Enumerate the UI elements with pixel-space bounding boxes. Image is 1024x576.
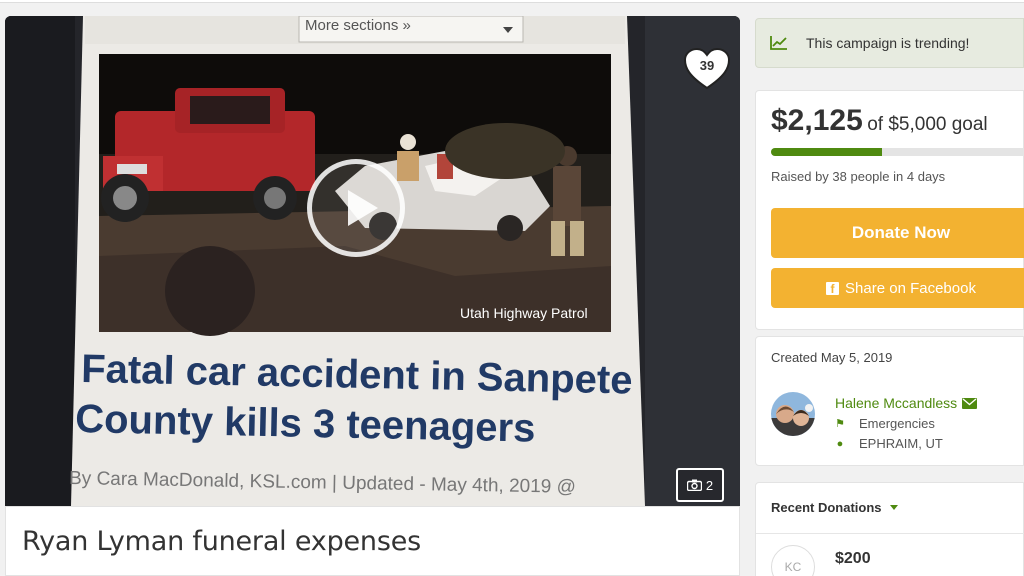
location-label: EPHRAIM, UT <box>859 436 943 451</box>
photo-count-label: 2 <box>705 477 714 493</box>
campaign-title-bar: Ryan Lyman funeral expenses <box>5 506 740 576</box>
trending-text: This campaign is trending! <box>806 35 970 51</box>
campaign-title: Ryan Lyman funeral expenses <box>22 526 421 557</box>
photo-count-button[interactable]: 2 <box>676 468 724 502</box>
share-facebook-label: Share on Facebook <box>845 279 976 297</box>
caret-down-icon <box>889 505 898 510</box>
campaign-photo: More sections » Utah Highway Patrol Fata… <box>5 16 740 506</box>
recent-donations-toggle[interactable]: Recent Donations <box>771 500 898 515</box>
recent-donations-header: Recent Donations <box>771 500 882 515</box>
recent-donations-card: Recent Donations KC $200 <box>755 482 1024 576</box>
camera-icon <box>686 479 702 491</box>
divider <box>756 533 1024 534</box>
progress-bar <box>771 148 1024 156</box>
envelope-icon[interactable] <box>962 397 978 409</box>
organizer-name-link[interactable]: Halene Mccandless <box>835 395 978 411</box>
organizer-card: Created May 5, 2019 Halene Mccandless ⚑ … <box>755 336 1024 466</box>
donate-now-button[interactable]: Donate Now <box>771 208 1024 258</box>
photo-credit: Utah Highway Patrol <box>460 305 588 321</box>
goal-card: $2,125 of $5,000 goal Raised by 38 peopl… <box>755 90 1024 330</box>
share-facebook-button[interactable]: f Share on Facebook <box>771 268 1024 308</box>
organizer-name: Halene Mccandless <box>835 395 958 411</box>
category-row[interactable]: ⚑ Emergencies <box>835 416 935 431</box>
category-label: Emergencies <box>859 416 935 431</box>
trending-banner: This campaign is trending! <box>755 18 1024 68</box>
heart-count: 39 <box>699 58 715 73</box>
goal-text: of $5,000 goal <box>867 114 988 135</box>
tag-icon: ⚑ <box>835 418 845 430</box>
avatar[interactable] <box>771 392 815 436</box>
progress-fill <box>771 148 882 156</box>
raised-amount: $2,125 <box>771 104 863 137</box>
top-border <box>0 0 1024 3</box>
amount-line: $2,125 of $5,000 goal <box>771 104 988 138</box>
map-pin-icon: ● <box>836 437 844 450</box>
donor-avatar: KC <box>771 545 815 576</box>
play-video-button[interactable] <box>307 159 405 257</box>
facebook-icon: f <box>826 281 840 296</box>
raised-by-text: Raised by 38 people in 4 days <box>771 169 946 184</box>
campaign-media[interactable]: More sections » Utah Highway Patrol Fata… <box>5 16 740 506</box>
created-date: Created May 5, 2019 <box>771 350 893 365</box>
screenshot-header-text: More sections » <box>305 17 411 34</box>
trend-chart-icon <box>770 36 787 50</box>
location-row: ● EPHRAIM, UT <box>835 436 943 451</box>
donation-amount: $200 <box>835 550 871 567</box>
